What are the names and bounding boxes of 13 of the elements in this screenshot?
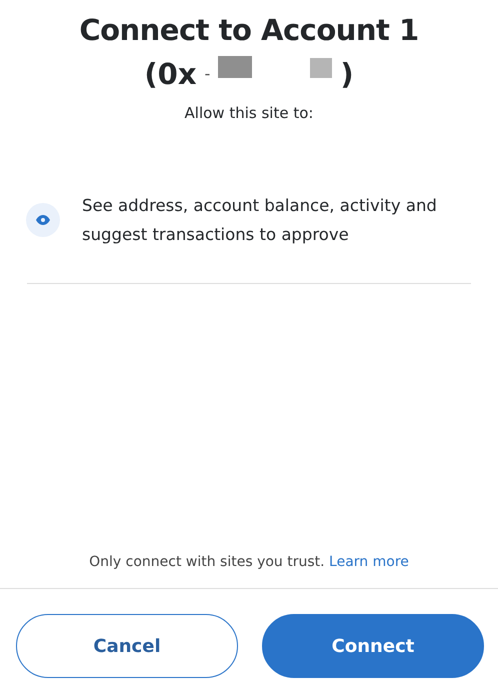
cancel-button[interactable]: Cancel [16,614,238,678]
eye-icon [26,202,60,236]
redaction-block [218,56,252,78]
dialog-title: Connect to Account 1 [78,12,420,49]
connect-button[interactable]: Connect [262,614,484,678]
subtitle: Allow this site to: [184,103,314,124]
redaction-block [310,58,332,78]
learn-more-link[interactable]: Learn more [329,554,409,570]
address-dash: - [204,63,210,85]
permission-text: See address, account balance, activity and suggest transactions to approve [82,194,438,246]
address-suffix: ) [340,56,354,93]
trust-note: Only connect with sites you trust. [89,554,325,570]
address-prefix: (0x [144,56,197,93]
